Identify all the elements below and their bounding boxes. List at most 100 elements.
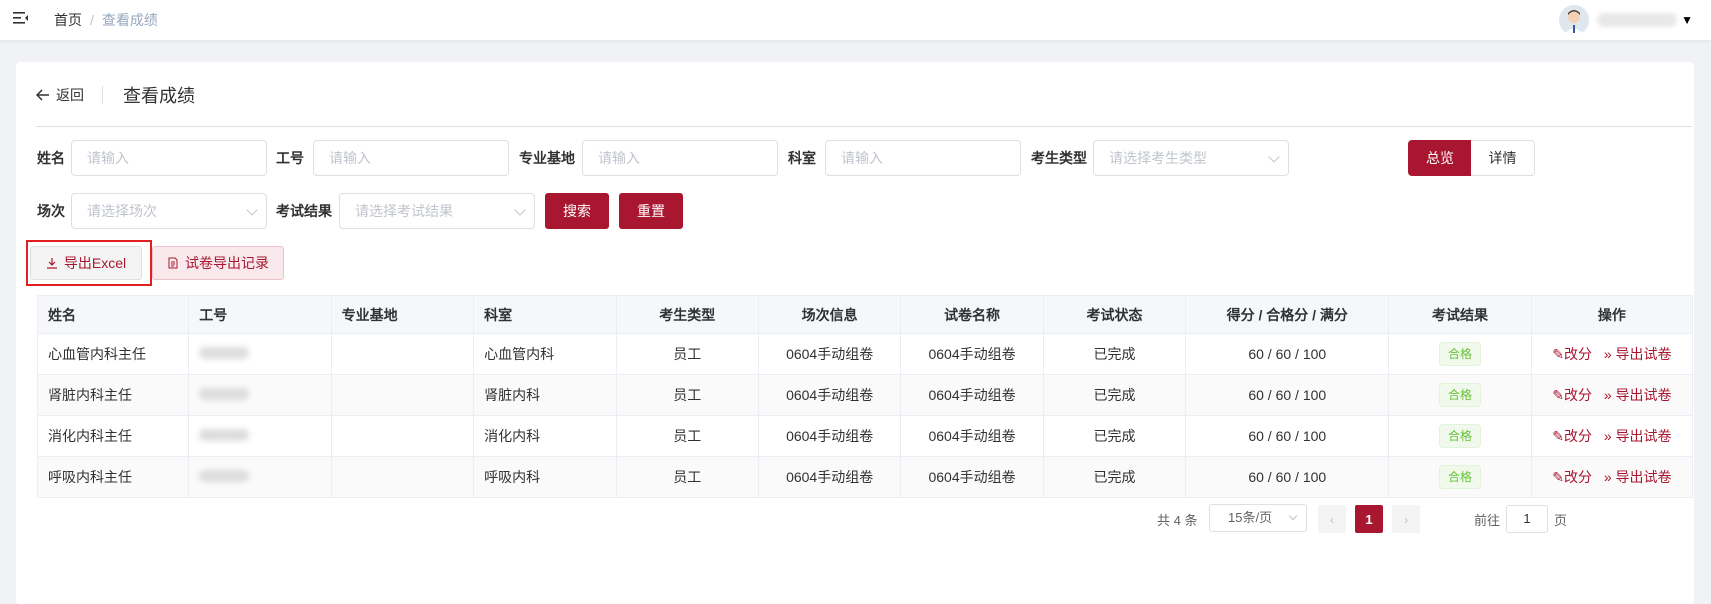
cell-name: 心血管内科主任 bbox=[36, 333, 190, 375]
edit-icon: ✎ bbox=[1552, 387, 1564, 403]
export-paper-button[interactable]: » 导出试卷 bbox=[1604, 469, 1672, 485]
pass-tag: 合格 bbox=[1439, 465, 1482, 489]
col-actions: 操作 bbox=[1530, 295, 1694, 334]
cell-employee-id bbox=[188, 415, 332, 457]
export-paper-button[interactable]: » 导出试卷 bbox=[1604, 346, 1672, 362]
double-chevron-icon: » bbox=[1603, 469, 1612, 485]
cell-status: 已完成 bbox=[1042, 374, 1187, 416]
cell-candidate-type: 员工 bbox=[615, 415, 759, 457]
back-label: 返回 bbox=[56, 87, 84, 103]
blurred-value bbox=[199, 388, 250, 400]
prev-page-button[interactable]: ‹ bbox=[1318, 505, 1346, 533]
cell-score: 60 / 60 / 100 bbox=[1185, 415, 1390, 457]
page-size-value: 15条/页 bbox=[1228, 510, 1273, 525]
department-input[interactable]: 请输入 bbox=[825, 140, 1021, 176]
col-score: 得分 / 合格分 / 满分 bbox=[1185, 295, 1390, 334]
cell-status: 已完成 bbox=[1042, 333, 1187, 375]
detail-toggle-button[interactable]: 详情 bbox=[1471, 140, 1535, 176]
edit-label: 改分 bbox=[1563, 346, 1592, 362]
base-input[interactable]: 请输入 bbox=[582, 140, 778, 176]
cell-paper: 0604手动组卷 bbox=[900, 456, 1044, 498]
breadcrumb-separator: / bbox=[90, 12, 94, 28]
next-page-button[interactable]: › bbox=[1392, 505, 1420, 533]
cell-candidate-type: 员工 bbox=[615, 374, 759, 416]
candidate-type-label: 考生类型 bbox=[1031, 150, 1087, 166]
session-label: 场次 bbox=[37, 203, 65, 219]
blurred-value bbox=[199, 429, 250, 441]
goto-input[interactable]: 1 bbox=[1506, 505, 1549, 533]
export-label: 导出试卷 bbox=[1615, 469, 1672, 485]
cell-actions: ✎改分 » 导出试卷 bbox=[1530, 415, 1694, 457]
breadcrumb-current: 查看成绩 bbox=[101, 12, 158, 28]
cell-employee-id bbox=[188, 456, 332, 498]
edit-icon: ✎ bbox=[1552, 346, 1564, 362]
col-employee-id: 工号 bbox=[188, 295, 332, 334]
breadcrumb-home[interactable]: 首页 bbox=[54, 12, 82, 28]
cell-name: 消化内科主任 bbox=[36, 415, 190, 457]
header-divider bbox=[102, 86, 103, 104]
edit-score-button[interactable]: ✎改分 bbox=[1552, 387, 1592, 403]
cell-department: 肾脏内科 bbox=[473, 374, 617, 416]
double-chevron-icon: » bbox=[1603, 387, 1612, 403]
cell-actions: ✎改分 » 导出试卷 bbox=[1530, 374, 1694, 416]
page-size-select[interactable]: 15条/页 bbox=[1209, 504, 1307, 532]
cell-result: 合格 bbox=[1388, 415, 1532, 457]
edit-label: 改分 bbox=[1563, 387, 1592, 403]
chevron-down-icon bbox=[514, 204, 526, 216]
cell-session: 0604手动组卷 bbox=[757, 415, 902, 457]
user-menu[interactable]: ▼ bbox=[1559, 4, 1693, 36]
content-card: 返回 查看成绩 姓名 请输入 工号 请输入 专业基地 请输入 科室 请输入 考生… bbox=[16, 62, 1694, 604]
name-input[interactable]: 请输入 bbox=[71, 140, 267, 176]
export-record-label: 试卷导出记录 bbox=[185, 255, 269, 271]
header-line bbox=[36, 126, 1692, 127]
chevron-down-icon bbox=[1288, 511, 1298, 521]
employee-id-label: 工号 bbox=[276, 150, 304, 166]
chevron-right-icon: › bbox=[1403, 511, 1409, 527]
page-number[interactable]: 1 bbox=[1355, 505, 1383, 533]
back-button[interactable]: 返回 bbox=[36, 85, 84, 105]
candidate-type-placeholder: 请选择考生类型 bbox=[1109, 150, 1207, 166]
edit-score-button[interactable]: ✎改分 bbox=[1552, 428, 1592, 444]
menu-fold-icon[interactable] bbox=[12, 9, 30, 27]
cell-candidate-type: 员工 bbox=[615, 456, 759, 498]
export-record-button[interactable]: 试卷导出记录 bbox=[152, 246, 284, 280]
page-title: 查看成绩 bbox=[123, 86, 195, 106]
edit-icon: ✎ bbox=[1552, 469, 1564, 485]
cell-paper: 0604手动组卷 bbox=[900, 374, 1044, 416]
employee-id-input[interactable]: 请输入 bbox=[313, 140, 509, 176]
search-button[interactable]: 搜索 bbox=[545, 193, 609, 229]
overview-toggle-button[interactable]: 总览 bbox=[1408, 140, 1472, 176]
blurred-value bbox=[199, 470, 250, 482]
cell-session: 0604手动组卷 bbox=[757, 456, 902, 498]
col-candidate-type: 考生类型 bbox=[615, 295, 759, 334]
col-base: 专业基地 bbox=[330, 295, 475, 334]
cell-session: 0604手动组卷 bbox=[757, 374, 902, 416]
cell-paper: 0604手动组卷 bbox=[900, 415, 1044, 457]
session-select[interactable]: 请选择场次 bbox=[71, 193, 267, 229]
page-header: 返回 查看成绩 bbox=[36, 80, 195, 110]
edit-icon: ✎ bbox=[1552, 428, 1564, 444]
department-label: 科室 bbox=[788, 150, 816, 166]
edit-score-button[interactable]: ✎改分 bbox=[1552, 469, 1592, 485]
export-paper-button[interactable]: » 导出试卷 bbox=[1604, 428, 1672, 444]
candidate-type-select[interactable]: 请选择考生类型 bbox=[1093, 140, 1289, 176]
double-chevron-icon: » bbox=[1603, 346, 1612, 362]
caret-down-icon[interactable]: ▼ bbox=[1681, 13, 1693, 27]
reset-button[interactable]: 重置 bbox=[619, 193, 683, 229]
goto-prefix: 前往 bbox=[1474, 512, 1501, 528]
edit-score-button[interactable]: ✎改分 bbox=[1552, 346, 1592, 362]
cell-base bbox=[330, 415, 475, 457]
cell-status: 已完成 bbox=[1042, 456, 1187, 498]
avatar[interactable] bbox=[1559, 5, 1590, 35]
col-status: 考试状态 bbox=[1042, 295, 1187, 334]
edit-label: 改分 bbox=[1563, 428, 1592, 444]
col-department: 科室 bbox=[473, 295, 617, 334]
result-select[interactable]: 请选择考试结果 bbox=[339, 193, 535, 229]
cell-score: 60 / 60 / 100 bbox=[1185, 456, 1390, 498]
pass-tag: 合格 bbox=[1439, 342, 1482, 366]
export-paper-button[interactable]: » 导出试卷 bbox=[1604, 387, 1672, 403]
session-placeholder: 请选择场次 bbox=[87, 203, 157, 219]
cell-candidate-type: 员工 bbox=[615, 333, 759, 375]
cell-result: 合格 bbox=[1388, 333, 1532, 375]
cell-base bbox=[330, 374, 475, 416]
